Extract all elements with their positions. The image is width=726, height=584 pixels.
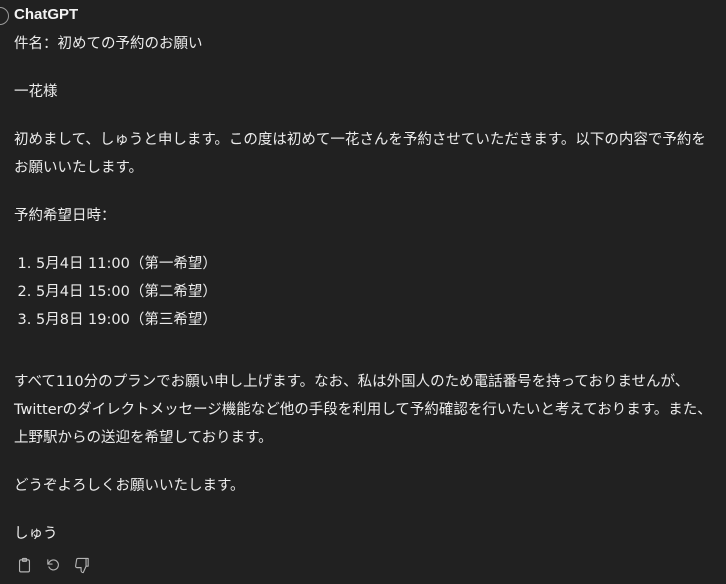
email-signature: しゅう xyxy=(14,526,58,542)
assistant-message: 件名：初めての予約のお願い 一花様 初めまして、しゅうと申します。この度は初めて… xyxy=(14,30,714,548)
clipboard-icon xyxy=(18,557,30,572)
date-list-item: 5月4日 15:00（第二希望） xyxy=(36,278,714,306)
thumbs-down-button[interactable] xyxy=(73,556,91,574)
date-list-item: 5月4日 11:00（第一希望） xyxy=(36,250,714,278)
dates-label: 予約希望日時： xyxy=(14,208,116,224)
thumbs-down-icon xyxy=(74,557,89,573)
email-closing: どうぞよろしくお願いいたします。 xyxy=(14,478,245,494)
sender-name: ChatGPT xyxy=(14,6,79,23)
email-details: すべて110分のプランでお願い申し上げます。なお、私は外国人のため電話番号を持っ… xyxy=(14,374,712,446)
regenerate-icon xyxy=(46,558,59,570)
email-subject: 件名：初めての予約のお願い xyxy=(14,36,203,52)
date-list: 5月4日 11:00（第一希望） 5月4日 15:00（第二希望） 5月8日 1… xyxy=(14,250,714,334)
regenerate-button[interactable] xyxy=(44,556,62,574)
email-intro: 初めまして、しゅうと申します。この度は初めて一花さんを予約させていただきます。以… xyxy=(14,132,706,176)
date-list-item: 5月8日 19:00（第三希望） xyxy=(36,306,714,334)
email-salutation: 一花様 xyxy=(14,84,58,100)
chatgpt-avatar xyxy=(0,7,9,25)
message-toolbar xyxy=(15,556,91,574)
copy-button[interactable] xyxy=(15,556,33,574)
